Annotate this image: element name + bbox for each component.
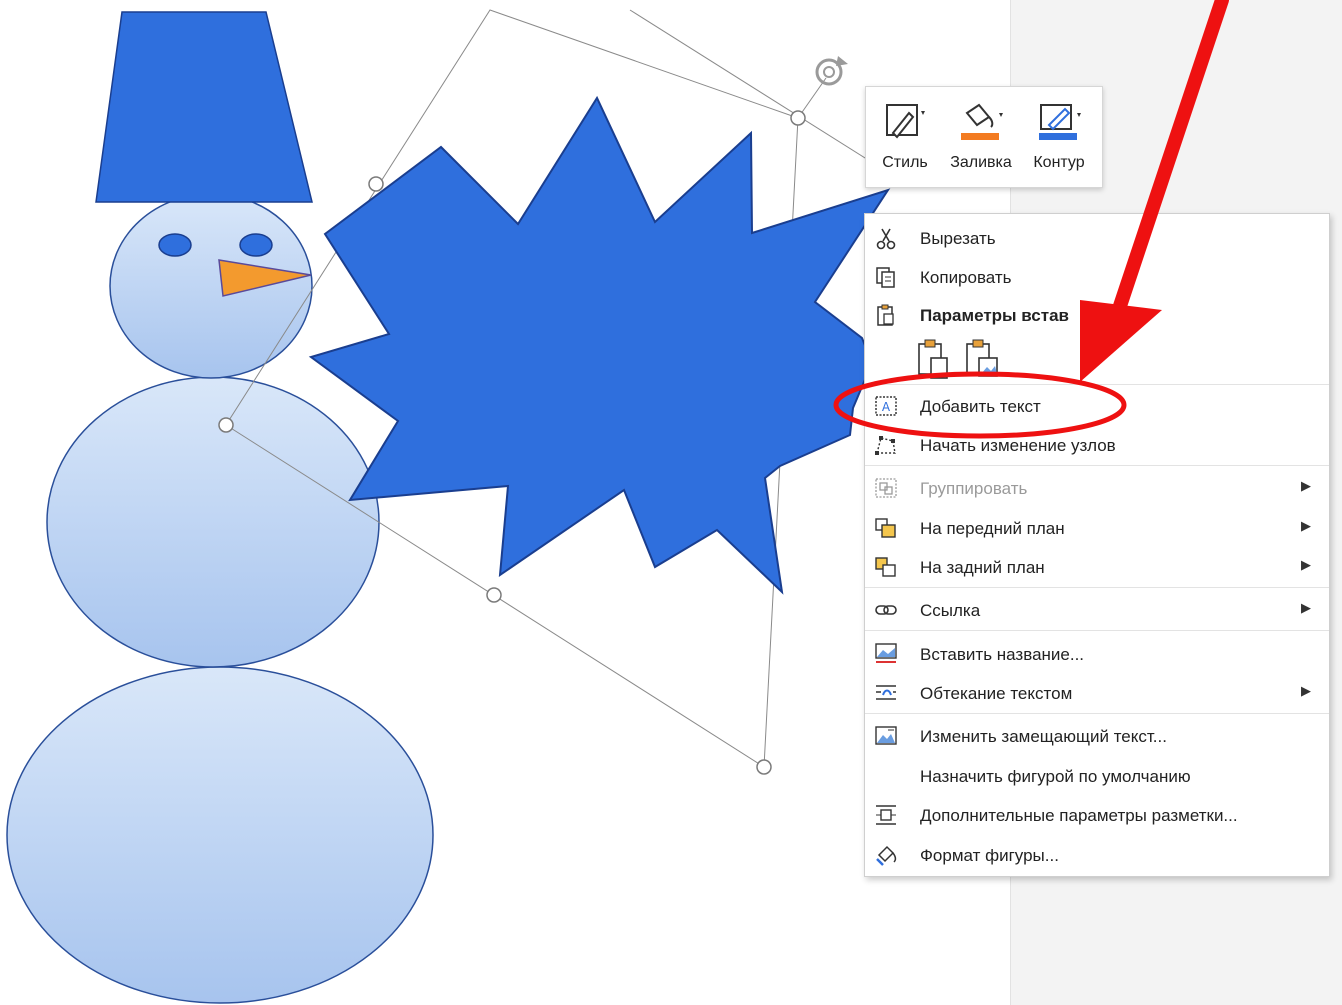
edit-alt-text-label: Изменить замещающий текст... bbox=[920, 727, 1167, 746]
svg-text:A: A bbox=[882, 400, 891, 414]
resize-handle[interactable] bbox=[486, 587, 502, 603]
explosion-shape[interactable] bbox=[308, 95, 891, 595]
clipboard-icon bbox=[877, 304, 894, 326]
snowman-left-eye[interactable] bbox=[158, 233, 192, 257]
menu-item-link[interactable]: Ссылка ▶ bbox=[865, 591, 1329, 629]
menu-item-wrap-text[interactable]: Обтекание текстом ▶ bbox=[865, 674, 1329, 712]
text-box-icon: A bbox=[875, 396, 897, 416]
snowman-right-eye[interactable] bbox=[239, 233, 273, 257]
menu-item-send-backward[interactable]: На задний план ▶ bbox=[865, 548, 1329, 586]
submenu-arrow-icon: ▶ bbox=[1301, 600, 1311, 615]
snowman-bucket-hat[interactable] bbox=[95, 11, 313, 203]
menu-separator bbox=[865, 630, 1329, 631]
alt-text-icon bbox=[875, 726, 897, 745]
menu-separator bbox=[865, 587, 1329, 588]
snowman-head[interactable] bbox=[109, 193, 313, 379]
menu-item-insert-caption[interactable]: Вставить название... bbox=[865, 635, 1329, 673]
context-menu: Вырезать Копировать Параметры встав A До… bbox=[864, 213, 1330, 877]
menu-item-copy[interactable]: Копировать bbox=[865, 258, 1329, 296]
format-shape-label: Формат фигуры... bbox=[920, 846, 1059, 865]
paste-keep-formatting-icon[interactable] bbox=[915, 336, 953, 380]
rotate-handle-icon[interactable] bbox=[815, 56, 848, 86]
drawing-canvas bbox=[6, 9, 901, 1004]
style-button[interactable]: Стиль bbox=[868, 95, 942, 179]
menu-item-edit-alt-text[interactable]: Изменить замещающий текст... bbox=[865, 717, 1329, 755]
insert-caption-icon bbox=[875, 643, 897, 663]
menu-separator bbox=[865, 384, 1329, 385]
submenu-arrow-icon: ▶ bbox=[1301, 478, 1311, 493]
menu-item-more-layout[interactable]: Дополнительные параметры разметки... bbox=[865, 796, 1329, 834]
set-default-shape-label: Назначить фигурой по умолчанию bbox=[920, 767, 1191, 786]
menu-item-cut[interactable]: Вырезать bbox=[865, 219, 1329, 257]
outline-button[interactable]: Контур bbox=[1022, 95, 1096, 179]
paste-options-label: Параметры встав bbox=[920, 306, 1069, 325]
bring-forward-label: На передний план bbox=[920, 519, 1065, 538]
style-label: Стиль bbox=[882, 154, 928, 171]
edit-points-label: Начать изменение узлов bbox=[920, 436, 1116, 455]
snowman-bottom-ball[interactable] bbox=[6, 666, 434, 1004]
menu-item-paste-options: Параметры встав bbox=[865, 296, 1329, 334]
menu-item-add-text[interactable]: A Добавить текст bbox=[865, 387, 1329, 425]
mini-toolbar: Стиль Заливка Контур bbox=[865, 86, 1103, 188]
more-layout-label: Дополнительные параметры разметки... bbox=[920, 806, 1238, 825]
paste-options-row bbox=[865, 332, 1329, 384]
resize-handle[interactable] bbox=[790, 110, 806, 126]
wrap-text-label: Обтекание текстом bbox=[920, 684, 1073, 703]
resize-handle[interactable] bbox=[368, 176, 384, 192]
menu-item-format-shape[interactable]: Формат фигуры... bbox=[865, 836, 1329, 874]
copy-label: Копировать bbox=[920, 268, 1012, 287]
snowman[interactable] bbox=[6, 11, 434, 1004]
layout-options-icon bbox=[876, 805, 896, 825]
add-text-label: Добавить текст bbox=[920, 397, 1041, 416]
link-icon bbox=[875, 605, 897, 615]
group-icon bbox=[875, 478, 897, 498]
bring-forward-icon bbox=[875, 518, 896, 538]
menu-item-group: Группировать ▶ bbox=[865, 469, 1329, 507]
menu-separator bbox=[865, 465, 1329, 466]
resize-handle[interactable] bbox=[756, 759, 772, 775]
paste-as-picture-icon[interactable] bbox=[963, 336, 1001, 380]
snowman-middle-ball[interactable] bbox=[46, 376, 380, 668]
menu-item-edit-points[interactable]: Начать изменение узлов bbox=[865, 426, 1329, 464]
copy-icon bbox=[876, 267, 895, 288]
menu-item-bring-forward[interactable]: На передний план ▶ bbox=[865, 509, 1329, 547]
menu-separator bbox=[865, 713, 1329, 714]
format-shape-icon bbox=[876, 845, 897, 866]
submenu-arrow-icon: ▶ bbox=[1301, 683, 1311, 698]
send-backward-icon bbox=[875, 557, 896, 577]
send-backward-label: На задний план bbox=[920, 558, 1045, 577]
cut-label: Вырезать bbox=[920, 229, 996, 248]
insert-caption-label: Вставить название... bbox=[920, 645, 1085, 664]
wrap-text-icon bbox=[876, 685, 896, 700]
scissors-icon bbox=[876, 228, 896, 250]
outline-label: Контур bbox=[1033, 154, 1085, 171]
paint-bucket-icon bbox=[961, 103, 1003, 140]
fill-button[interactable]: Заливка bbox=[944, 95, 1018, 179]
fill-label: Заливка bbox=[950, 154, 1012, 171]
edit-points-icon bbox=[875, 436, 896, 455]
submenu-arrow-icon: ▶ bbox=[1301, 557, 1311, 572]
submenu-arrow-icon: ▶ bbox=[1301, 518, 1311, 533]
pen-outline-icon bbox=[1039, 104, 1081, 140]
resize-handle[interactable] bbox=[218, 417, 234, 433]
style-brush-icon bbox=[886, 104, 925, 139]
link-label: Ссылка bbox=[920, 601, 981, 620]
menu-item-set-default-shape[interactable]: Назначить фигурой по умолчанию bbox=[865, 757, 1329, 795]
group-label: Группировать bbox=[920, 479, 1028, 498]
